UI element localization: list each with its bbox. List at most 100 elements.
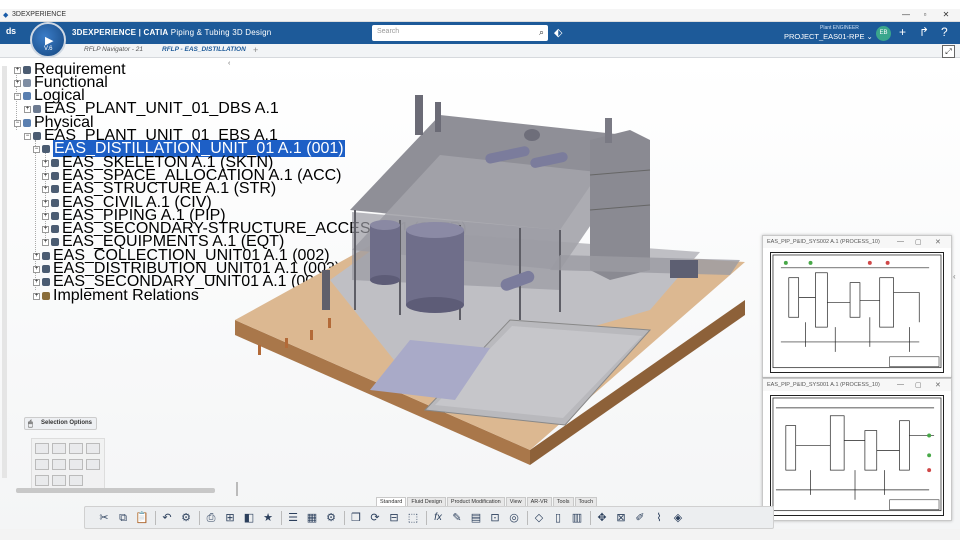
toolbar-separator	[155, 511, 156, 525]
tree-icon[interactable]: ⊟	[387, 511, 401, 525]
select-sweep-icon[interactable]	[52, 475, 66, 486]
select-inside-icon[interactable]	[86, 459, 100, 470]
publish-icon[interactable]: ⊡	[488, 511, 502, 525]
minimize-panel-icon[interactable]: —	[897, 381, 904, 388]
select-filter-icon[interactable]	[35, 475, 49, 486]
storage-tank-small	[370, 225, 400, 280]
pid-panel-title: EAS_PIP_P&ID_SYS002 A.1 (PROCESS_10)	[763, 236, 951, 248]
action-bar-tabs: Standard Fluid Design Product Modificati…	[376, 497, 598, 507]
close-panel-icon[interactable]: ✕	[935, 238, 941, 246]
tree-item-physical[interactable]: − Physical	[14, 114, 94, 131]
select-polygon-icon[interactable]	[69, 443, 83, 454]
select-outside-icon[interactable]	[69, 459, 83, 470]
list-icon[interactable]: ☰	[286, 511, 300, 525]
gear-arrow-icon[interactable]: ⚙	[324, 511, 338, 525]
chart-icon[interactable]: ▥	[570, 511, 584, 525]
measure-icon[interactable]: ⊞	[223, 511, 237, 525]
select-intersect-icon[interactable]	[35, 459, 49, 470]
pid-drawing[interactable]	[770, 395, 944, 516]
ebs-icon	[33, 132, 41, 140]
add-tab-button[interactable]: +	[253, 45, 258, 55]
selection-options-label: Selection Options	[41, 420, 93, 426]
restore-button[interactable]: ▫	[917, 10, 933, 20]
move-icon[interactable]: ✥	[595, 511, 609, 525]
snap-icon[interactable]: ⊠	[614, 511, 628, 525]
close-button[interactable]: ✕	[938, 10, 954, 20]
panel-divider[interactable]	[236, 482, 238, 496]
tab-rflp-distillation[interactable]: RFLP - EAS_DISTILLATION	[162, 46, 246, 53]
select-icon[interactable]	[35, 443, 49, 454]
tree-item-civil[interactable]: + EAS_CIVIL A.1 (CIV)	[42, 194, 212, 211]
cube-icon[interactable]: ◧	[242, 511, 256, 525]
product-icon	[51, 159, 59, 167]
refresh-icon[interactable]: ⟳	[368, 511, 382, 525]
knowledge-icon[interactable]: ✎	[450, 511, 464, 525]
tree-item-logical[interactable]: − Logical	[14, 87, 85, 104]
collapse-tree-icon[interactable]: ‹	[228, 60, 230, 67]
share-icon[interactable]: ↱	[919, 25, 929, 39]
expand-icon[interactable]: ⤢	[942, 45, 955, 58]
help-icon[interactable]: ?	[941, 25, 948, 39]
toolbar-separator	[527, 511, 528, 525]
minimize-button[interactable]: —	[898, 10, 914, 20]
battery-icon[interactable]: ▯	[551, 511, 565, 525]
minimize-panel-icon[interactable]: —	[897, 238, 904, 245]
star-icon[interactable]: ★	[261, 511, 275, 525]
select-paint-icon[interactable]	[86, 443, 100, 454]
tank-base	[370, 275, 400, 285]
3d-viewport[interactable]	[230, 80, 760, 470]
cut-icon[interactable]: ✂	[97, 511, 111, 525]
tab-rflp-navigator[interactable]: RFLP Navigator - 21	[84, 46, 143, 53]
pid-panel-sys002[interactable]: EAS_PIP_P&ID_SYS002 A.1 (PROCESS_10) — ▢…	[762, 235, 952, 378]
select-extend-icon[interactable]	[69, 475, 83, 486]
tree-item-functional[interactable]: + Functional	[14, 74, 108, 91]
compass-widget[interactable]: ▶ V.6	[30, 22, 66, 58]
toolbar-separator	[590, 511, 591, 525]
print-icon[interactable]: ⎙	[204, 511, 218, 525]
project-selector[interactable]: PROJECT_EAS01-RPE ⌄	[784, 32, 873, 41]
side-panel-handle-icon[interactable]: ‹	[953, 272, 956, 281]
sweep-icon[interactable]: ⌇	[652, 511, 666, 525]
pid-panel-sys001[interactable]: EAS_PIP_P&ID_SYS001 A.1 (PROCESS_10) — ▢…	[762, 378, 952, 521]
maximize-panel-icon[interactable]: ▢	[915, 238, 922, 246]
bottom-letterbox	[0, 529, 960, 540]
search-input[interactable]: Search ⌕	[372, 25, 548, 41]
diamond-icon[interactable]: ◇	[532, 511, 546, 525]
selection-palette	[31, 438, 105, 490]
copy-icon[interactable]: ⧉	[116, 511, 130, 525]
capture-icon[interactable]: ◎	[507, 511, 521, 525]
search-icon[interactable]: ⌕	[539, 27, 544, 38]
settings-icon[interactable]: ⚙	[179, 511, 193, 525]
tree-item-requirement[interactable]: + Requirement	[14, 61, 126, 78]
pen-icon[interactable]: ✐	[633, 511, 647, 525]
toolbar-separator	[199, 511, 200, 525]
mouse-icon: 🖱	[28, 419, 33, 428]
tree-horizontal-scrollbar[interactable]	[16, 488, 215, 493]
shape-icon[interactable]: ◈	[671, 511, 685, 525]
paste-icon[interactable]: 📋	[135, 511, 149, 525]
maximize-panel-icon[interactable]: ▢	[915, 381, 922, 389]
select-box-icon[interactable]	[52, 459, 66, 470]
add-icon[interactable]: +	[899, 25, 906, 39]
tree-item-piping[interactable]: + EAS_PIPING A.1 (PIP)	[42, 207, 226, 224]
top-bar: ᵈˢ 3DEXPERIENCE | CATIA Piping & Tubing …	[0, 22, 960, 44]
table-icon[interactable]: ▦	[305, 511, 319, 525]
grid-icon[interactable]: ▤	[469, 511, 483, 525]
avatar[interactable]: EB	[876, 26, 891, 41]
tree-item-implement-relations[interactable]: + Implement Relations	[33, 287, 199, 304]
tree-scrollbar[interactable]	[2, 66, 7, 478]
tag-icon[interactable]: ⬖	[554, 26, 562, 39]
pid-panel-title: EAS_PIP_P&ID_SYS001 A.1 (PROCESS_10)	[763, 379, 951, 391]
product-icon	[51, 172, 59, 180]
top-letterbox	[0, 0, 960, 9]
requirement-icon	[23, 66, 31, 74]
selection-options[interactable]: 🖱 Selection Options	[24, 417, 98, 430]
ds-logo-icon[interactable]: ᵈˢ	[6, 25, 16, 40]
undo-icon[interactable]: ↶	[160, 511, 174, 525]
pid-drawing[interactable]	[770, 252, 944, 373]
layers-icon[interactable]: ❒	[349, 511, 363, 525]
close-panel-icon[interactable]: ✕	[935, 381, 941, 389]
formula-icon[interactable]: fx	[431, 511, 445, 525]
box-icon[interactable]: ⬚	[406, 511, 420, 525]
select-trap-icon[interactable]	[52, 443, 66, 454]
